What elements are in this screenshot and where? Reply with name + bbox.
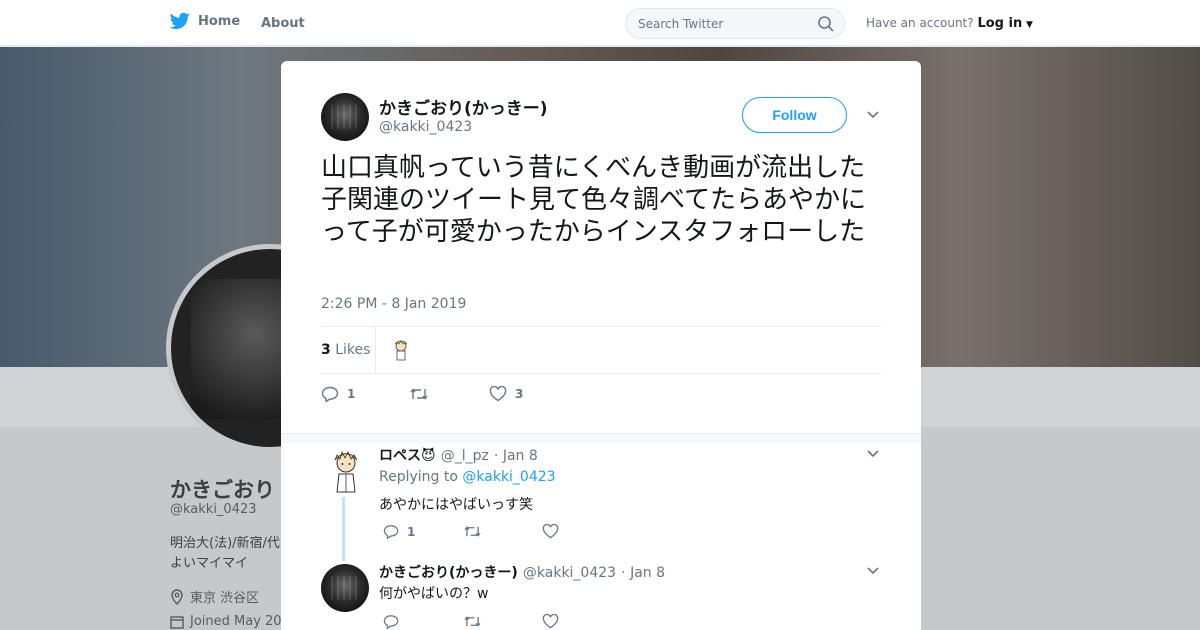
retweet-button[interactable] xyxy=(463,524,542,539)
replying-prefix: Replying to xyxy=(379,469,458,485)
reply-header: かきごおり(かっきー) @kakki_0423 · Jan 8 xyxy=(379,562,665,582)
tweet-author-handle[interactable]: @kakki_0423 xyxy=(379,119,472,135)
nav-home-link[interactable]: Home xyxy=(170,12,240,30)
profile-bio-line: 明治大(法)/新宿/代 xyxy=(170,536,280,551)
tweet-modal: かきごおり(かっきー) @kakki_0423 Follow 山口真帆っていう昔… xyxy=(281,61,921,630)
reply-icon xyxy=(321,386,339,402)
reply-date[interactable]: · Jan 8 xyxy=(494,448,538,464)
reply-icon xyxy=(383,525,399,539)
tweet-text: 山口真帆っていう昔にくべんき動画が流出した子関連のツイート見て色々調べてたらあや… xyxy=(321,153,866,247)
heart-icon xyxy=(542,614,559,629)
tweet-stats: 3 Likes xyxy=(321,326,881,374)
likes-count: 3 xyxy=(321,342,331,358)
location-pin-icon xyxy=(171,588,183,605)
like-button[interactable] xyxy=(542,614,559,629)
profile-location: 東京 渋谷区 xyxy=(170,587,259,606)
thread-connector xyxy=(342,497,345,561)
reply-author-handle[interactable]: @_l_pz xyxy=(441,448,489,464)
reply-button[interactable] xyxy=(383,614,463,629)
chevron-down-icon[interactable] xyxy=(866,566,880,576)
reply-date[interactable]: · Jan 8 xyxy=(621,565,665,581)
login-link[interactable]: Log in xyxy=(977,16,1022,31)
follow-button[interactable]: Follow xyxy=(742,97,847,133)
calendar-icon xyxy=(170,615,184,629)
reply-button[interactable]: 1 xyxy=(321,386,409,402)
reply-header: ロペス😈 @_l_pz · Jan 8 xyxy=(379,445,538,465)
reply-actions: 1 xyxy=(383,524,559,539)
search-input[interactable]: Search Twitter xyxy=(625,8,845,39)
like-button[interactable] xyxy=(542,524,559,539)
nav-home-label: Home xyxy=(198,13,241,29)
close-icon[interactable] xyxy=(1155,12,1177,34)
reply-author-name[interactable]: かきごおり(かっきー) xyxy=(379,565,518,581)
stats-divider xyxy=(375,327,376,374)
search-icon[interactable] xyxy=(818,16,834,32)
have-account-text: Have an account? xyxy=(866,16,974,30)
search-placeholder: Search Twitter xyxy=(638,17,724,31)
reply-author-name[interactable]: ロペス😈 xyxy=(379,448,436,464)
avatar[interactable] xyxy=(321,564,369,612)
nav-about-link[interactable]: About xyxy=(261,16,305,31)
likes-stat[interactable]: 3 Likes xyxy=(321,342,370,358)
reply-text: あやかにはやばいっす笑 xyxy=(379,497,533,513)
profile-bio: 明治大(法)/新宿/代 よいマイマイ xyxy=(170,534,282,574)
tweet-timestamp[interactable]: 2:26 PM - 8 Jan 2019 xyxy=(321,296,466,312)
retweet-icon xyxy=(410,388,428,400)
profile-joined: Joined May 20 xyxy=(170,614,282,629)
retweet-button[interactable] xyxy=(463,614,542,629)
twitter-bird-icon xyxy=(170,12,190,30)
chevron-down-icon[interactable]: ▼ xyxy=(1026,20,1033,30)
chevron-down-icon[interactable] xyxy=(866,449,880,459)
reply-count: 1 xyxy=(347,387,356,401)
account-prompt: Have an account? Log in ▼ xyxy=(866,16,1033,31)
replying-to-link[interactable]: @kakki_0423 xyxy=(462,469,555,485)
reply-count: 1 xyxy=(407,524,416,539)
liker-avatar-icon[interactable] xyxy=(391,339,411,361)
replying-to: Replying to @kakki_0423 xyxy=(379,469,556,485)
chevron-down-icon[interactable] xyxy=(866,110,880,120)
profile-bio-line: よいマイマイ xyxy=(170,556,249,571)
replies-separator xyxy=(281,433,921,443)
reply-text: 何がやばいの？w xyxy=(379,586,489,602)
like-count: 3 xyxy=(515,387,524,401)
top-nav: Home About Search Twitter Have an accoun… xyxy=(0,0,1200,46)
reply-author-handle[interactable]: @kakki_0423 xyxy=(523,565,616,581)
reply-actions xyxy=(383,614,559,629)
reply-button[interactable]: 1 xyxy=(383,524,463,539)
avatar[interactable] xyxy=(321,93,369,141)
profile-handle: @kakki_0423 xyxy=(170,502,257,517)
profile-joined-text: Joined May 20 xyxy=(190,614,282,629)
profile-name: かきごおり xyxy=(170,478,275,502)
like-button[interactable]: 3 xyxy=(489,386,523,402)
heart-icon xyxy=(489,386,507,402)
reply-avatar[interactable] xyxy=(329,447,363,493)
retweet-icon xyxy=(464,616,481,627)
tweet-author-name[interactable]: かきごおり(かっきー) xyxy=(379,94,548,119)
retweet-button[interactable] xyxy=(409,386,489,402)
profile-location-text: 東京 渋谷区 xyxy=(190,591,260,606)
reply-icon xyxy=(383,615,399,629)
likes-label: Likes xyxy=(335,342,371,358)
retweet-icon xyxy=(464,526,481,537)
heart-icon xyxy=(542,524,559,539)
tweet-actions: 1 3 xyxy=(321,386,523,402)
